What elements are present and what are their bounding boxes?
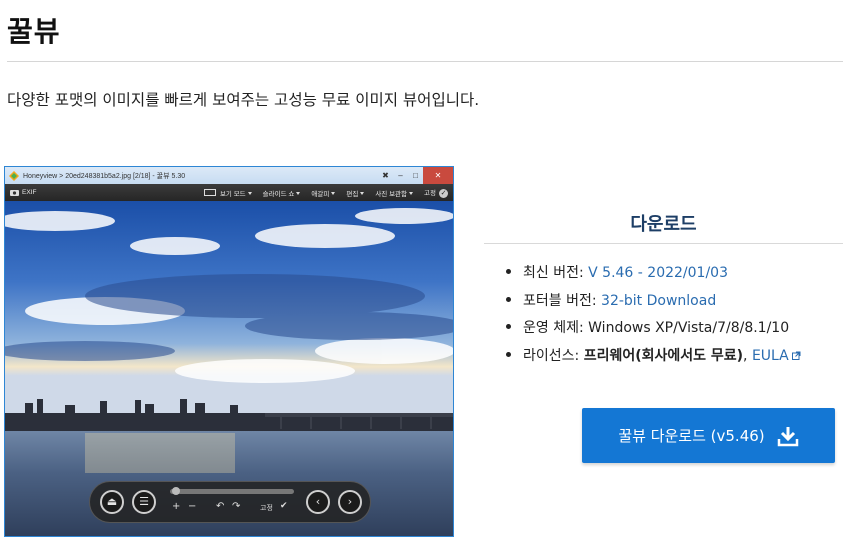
download-heading: 다운로드 <box>630 214 697 235</box>
os-value: Windows XP/Vista/7/8/8.1/10 <box>588 320 790 336</box>
viewer-toolbar: EXIF 보기 모드 슬라이드 쇼 애갈피 편집 사진 보관함 고정 ✓ <box>5 184 453 201</box>
toolbar-edit: 편집 <box>346 188 365 198</box>
rotate-right-icon: ↷ <box>232 501 241 512</box>
toolbar-bookmark: 애갈피 <box>311 188 336 198</box>
download-divider <box>484 243 843 244</box>
pin-icon: ✖ <box>382 171 389 180</box>
toolbar-pin: 고정 ✓ <box>424 189 448 198</box>
window-titlebar: Honeyview > 20ed248381b5a2.jpg [2/18] - … <box>5 167 453 184</box>
minimize-icon: – <box>398 171 403 180</box>
page-tagline: 다양한 포맷의 이미지를 빠르게 보여주는 고성능 무료 이미지 뷰어입니다. <box>7 91 480 109</box>
download-button[interactable]: 꿀뷰 다운로드 (v5.46) <box>582 408 835 463</box>
lock-label: 고정 <box>260 504 273 512</box>
download-info-list: 최신 버전: V 5.46 - 2022/01/03 포터블 버전: 32-bi… <box>506 262 801 372</box>
list-item-os: 운영 체제: Windows XP/Vista/7/8/8.1/10 <box>506 317 801 345</box>
app-screenshot: Honeyview > 20ed248381b5a2.jpg [2/18] - … <box>4 166 454 537</box>
toolbar-slideshow: 슬라이드 쇼 <box>263 188 301 198</box>
eject-icon: ⏏ <box>100 490 124 514</box>
eula-link[interactable]: EULA <box>752 348 789 364</box>
frame-icon <box>203 189 216 196</box>
toolbar-view-mode: 보기 모드 <box>220 188 252 198</box>
download-icon <box>777 426 798 446</box>
window-title: Honeyview > 20ed248381b5a2.jpg [2/18] - … <box>23 172 186 180</box>
prev-icon: ‹ <box>306 490 330 514</box>
close-icon: ✕ <box>423 167 453 184</box>
maximize-icon: □ <box>413 171 418 180</box>
check-icon: ✔ <box>280 501 288 511</box>
honeyview-logo-icon <box>9 170 19 181</box>
check-icon: ✓ <box>439 189 448 198</box>
toolbar-photo-album: 사진 보관함 <box>375 188 414 198</box>
camera-icon <box>10 190 19 196</box>
rotate-left-icon: ↶ <box>216 501 225 512</box>
latest-version-link[interactable]: V 5.46 - 2022/01/03 <box>588 265 728 281</box>
portable-download-link[interactable]: 32-bit Download <box>601 293 716 309</box>
menu-icon: ☰ <box>132 490 156 514</box>
zoom-out-icon: − <box>188 501 197 512</box>
title-divider <box>7 61 843 62</box>
list-item-license: 라이선스: 프리웨어(회사에서도 무료), EULA <box>506 345 801 373</box>
list-item-portable-version: 포터블 버전: 32-bit Download <box>506 290 801 318</box>
seek-knob <box>172 487 180 495</box>
zoom-in-icon: + <box>172 501 181 512</box>
license-value: 프리웨어(회사에서도 무료) <box>583 347 744 364</box>
external-link-icon <box>791 351 801 360</box>
exif-label: EXIF <box>22 189 37 196</box>
seek-bar <box>170 489 294 494</box>
download-button-label: 꿀뷰 다운로드 (v5.46) <box>618 427 765 445</box>
viewer-control-bar: ⏏ ☰ + − ↶ ↷ 고정 ✔ ‹ › <box>89 481 371 523</box>
next-icon: › <box>338 490 362 514</box>
list-item-latest-version: 최신 버전: V 5.46 - 2022/01/03 <box>506 262 801 290</box>
page-title: 꿀뷰 <box>7 15 61 48</box>
